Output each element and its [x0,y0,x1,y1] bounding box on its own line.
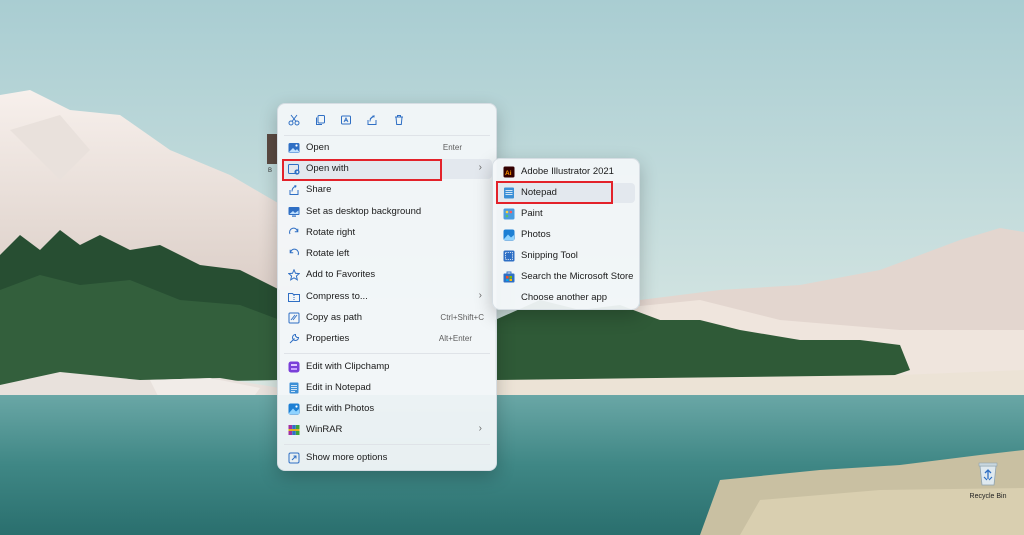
share-icon [288,184,300,196]
highlight-open-with [282,159,442,181]
menu-item-edit-with-photos[interactable]: Edit with Photos [282,399,492,419]
chevron-right-icon: › [478,423,482,434]
menu-item-label: Compress to... [306,291,368,302]
separator [284,444,490,445]
menu-item-properties[interactable]: Properties Alt+Enter [282,329,492,349]
notepad-icon [288,382,300,394]
folder-zip-icon [288,291,300,303]
menu-item-edit-in-notepad[interactable]: Edit in Notepad [282,378,492,398]
submenu-item-choose-another-app[interactable]: Choose another app [497,288,635,308]
submenu-item-label: Paint [521,208,543,219]
menu-item-edit-with-clipchamp[interactable]: Edit with Clipchamp [282,357,492,377]
context-menu-toolbar [278,104,496,134]
delete-icon [395,114,403,125]
menu-item-add-to-favorites[interactable]: Add to Favorites [282,265,492,285]
menu-item-label: Rotate left [306,248,350,259]
submenu-item-paint[interactable]: Paint [497,204,635,224]
menu-item-show-more-options[interactable]: Show more options [282,448,492,468]
chevron-right-icon: › [478,290,482,301]
menu-item-label: Share [306,184,332,195]
paint-icon [503,208,515,220]
desktop-background-icon [288,206,300,218]
desktop-file-thumbnail[interactable] [267,134,277,164]
share-icon [367,114,377,125]
menu-item-label: Show more options [306,452,388,463]
submenu-item-snipping-tool[interactable]: Snipping Tool [497,246,635,266]
menu-item-rotate-left[interactable]: Rotate left [282,244,492,264]
recycle-bin-icon [978,462,998,486]
submenu-item-label: Adobe Illustrator 2021 [521,166,614,177]
submenu-item-label: Photos [521,229,551,240]
image-icon [288,142,300,154]
copy-icon [316,114,325,125]
rename-button[interactable] [337,111,355,128]
submenu-item-label: Snipping Tool [521,250,578,261]
clipchamp-icon [288,361,300,373]
store-icon [503,271,515,283]
menu-item-open[interactable]: Open Enter [282,138,492,158]
rename-icon [341,115,351,124]
star-icon [288,269,300,281]
separator [284,353,490,354]
submenu-item-adobe-illustrator[interactable]: Ai Adobe Illustrator 2021 [497,162,635,182]
submenu-item-label: Choose another app [521,292,608,303]
highlight-notepad [496,181,613,204]
menu-item-share[interactable]: Share [282,180,492,200]
menu-item-winrar[interactable]: WinRAR › [282,420,492,440]
snipping-tool-icon [503,250,515,262]
menu-item-shortcut: Alt+Enter [438,334,472,343]
menu-item-label: Set as desktop background [306,206,422,217]
menu-item-compress-to[interactable]: Compress to... › [282,287,492,307]
cut-button[interactable] [285,111,303,128]
submenu-item-label: Search the Microsoft Store [521,271,634,282]
menu-item-rotate-right[interactable]: Rotate right [282,223,492,243]
more-options-icon [288,452,300,464]
menu-item-set-desktop-background[interactable]: Set as desktop background [282,202,492,222]
menu-item-label: Open [306,142,330,153]
menu-item-label: Add to Favorites [306,269,376,280]
wrench-icon [288,333,300,345]
photos-icon [503,229,515,241]
copy-button[interactable] [311,111,329,128]
recycle-bin[interactable]: Recycle Bin [966,456,1010,510]
rotate-left-icon [288,248,300,260]
menu-item-copy-as-path[interactable]: Copy as path Ctrl+Shift+C [282,308,492,328]
illustrator-icon: Ai [503,166,515,178]
menu-item-label: Copy as path [306,312,362,323]
submenu-item-search-microsoft-store[interactable]: Search the Microsoft Store [497,267,635,287]
chevron-right-icon: › [478,162,482,173]
menu-item-shortcut: Ctrl+Shift+C [440,313,484,322]
photos-icon [288,403,300,415]
menu-item-label: Edit with Photos [306,403,375,414]
menu-item-label: WinRAR [306,424,343,435]
separator [284,135,490,136]
delete-button[interactable] [390,111,408,128]
rotate-right-icon [288,227,300,239]
winrar-icon [288,424,300,436]
cut-icon [288,114,300,125]
menu-item-label: Edit in Notepad [306,382,371,393]
menu-item-label: Properties [306,333,350,344]
desktop-file-label: B [268,168,273,174]
menu-item-shortcut: Enter [442,143,462,152]
menu-item-label: Edit with Clipchamp [306,361,390,372]
share-toolbar-button[interactable] [363,111,381,128]
svg-text:Ai: Ai [505,170,512,177]
recycle-bin-label: Recycle Bin [969,493,1007,500]
copy-path-icon [288,312,300,324]
submenu-item-photos[interactable]: Photos [497,225,635,245]
menu-item-label: Rotate right [306,227,356,238]
